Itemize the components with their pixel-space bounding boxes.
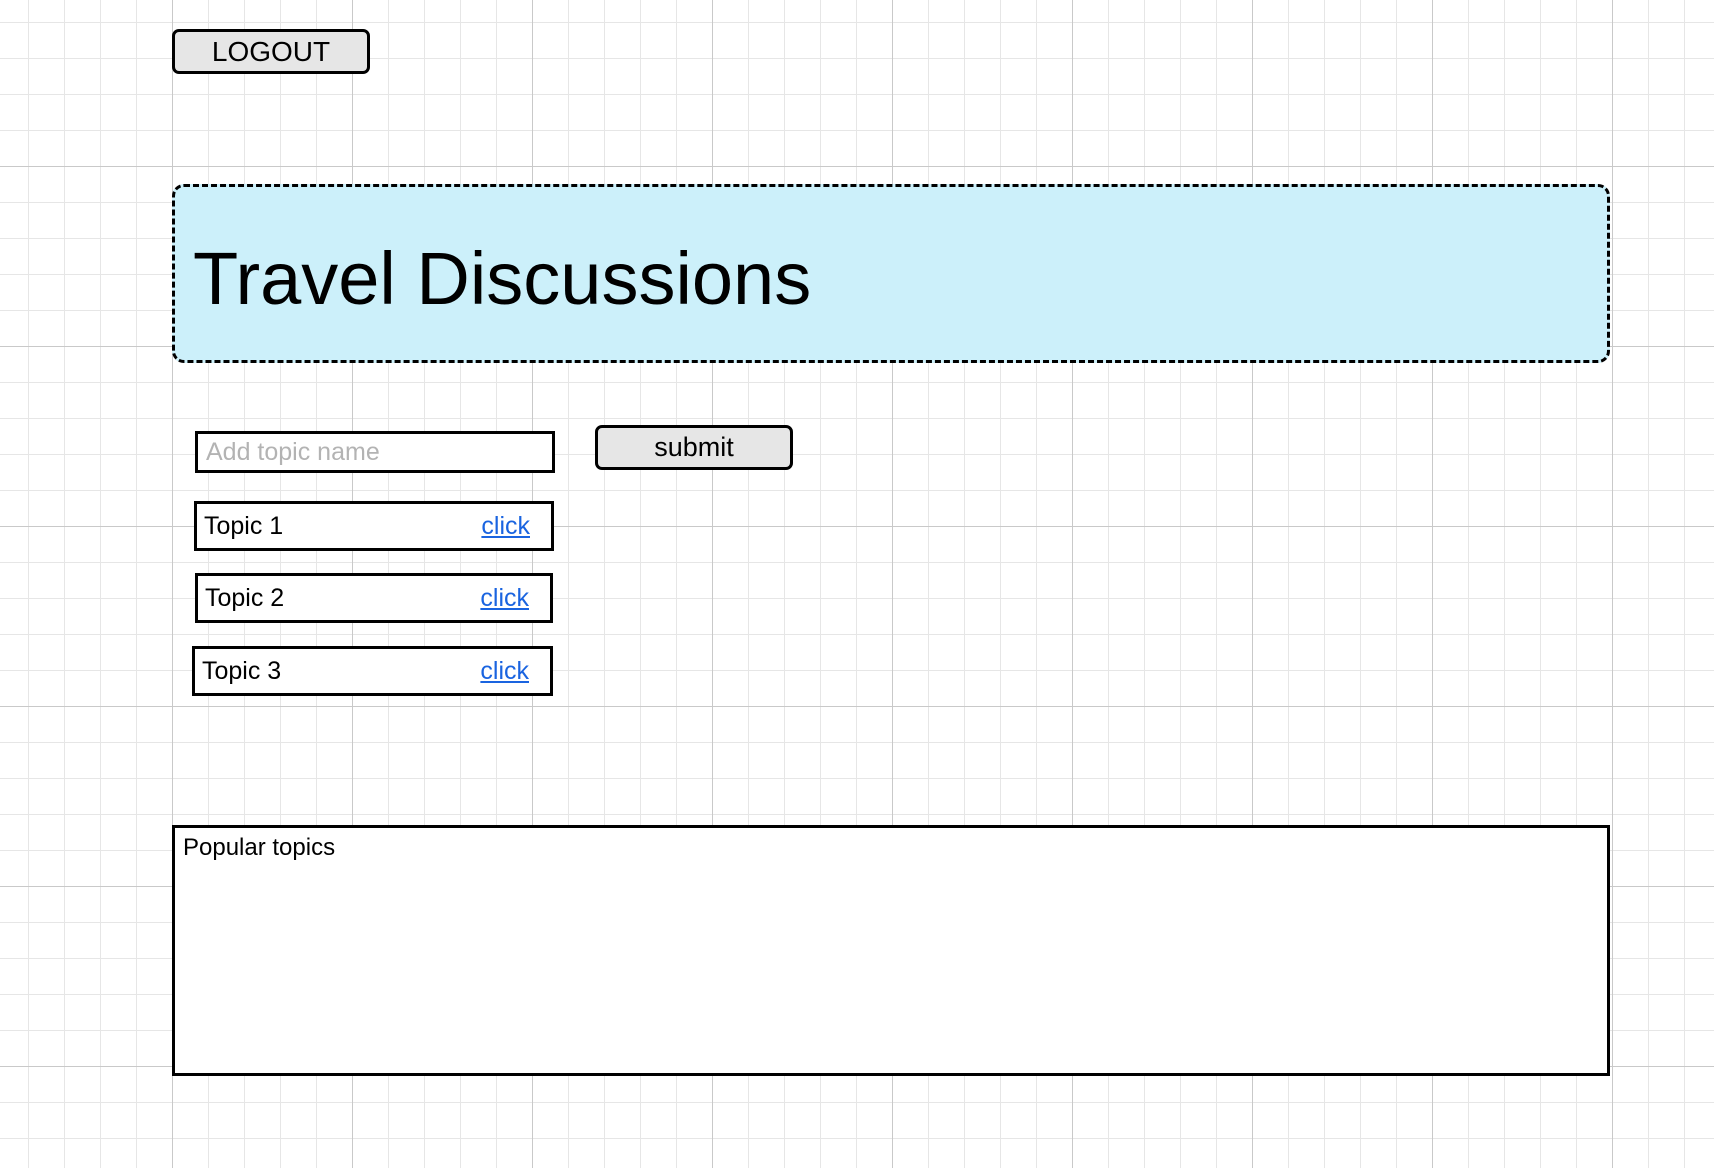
popular-topics-label: Popular topics — [183, 834, 336, 861]
topic-open-link[interactable]: click — [481, 512, 530, 541]
topic-name: Topic 3 — [202, 656, 282, 685]
topic-name-input[interactable] — [195, 431, 555, 473]
topic-open-link[interactable]: click — [480, 584, 529, 613]
submit-button[interactable]: submit — [595, 425, 793, 470]
topic-open-link[interactable]: click — [480, 657, 529, 686]
topic-name: Topic 1 — [204, 511, 284, 540]
logout-button[interactable]: LOGOUT — [172, 29, 370, 74]
popular-topics-panel: Popular topics — [172, 825, 1610, 1076]
header-banner: Travel Discussions — [172, 184, 1610, 363]
topic-list-item: Topic 3 click — [192, 646, 553, 696]
topic-name: Topic 2 — [205, 583, 285, 612]
topic-list-item: Topic 2 click — [195, 573, 553, 623]
topic-list-item: Topic 1 click — [194, 501, 554, 551]
page-title: Travel Discussions — [193, 237, 812, 320]
